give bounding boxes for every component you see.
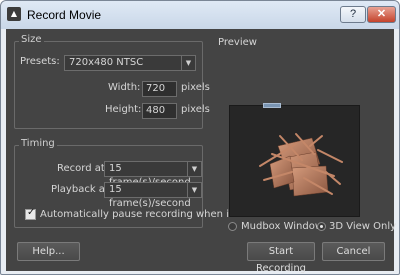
title-help-button[interactable]: ? [340,6,366,23]
preview-viewport [229,103,360,217]
auto-pause-label: Automatically pause recording when idle [40,209,245,220]
view-3d-only-label: 3D View Only [329,221,397,232]
record-movie-dialog: ▲ Record Movie ? ✕ Size Presets: 720x480… [0,0,400,275]
presets-dropdown[interactable]: 720x480 NTSC ▼ [64,55,196,71]
chevron-down-icon: ▼ [181,56,195,70]
start-recording-button[interactable]: Start Recording [247,242,315,274]
view-3d-only-radio[interactable] [317,222,326,231]
close-icon[interactable]: ✕ [367,6,396,23]
checkmark-icon: ✓ [27,207,36,218]
timing-group-label: Timing [19,138,57,149]
width-unit: pixels [181,82,210,93]
presets-label: Presets: [20,56,60,67]
window-title: Record Movie [27,8,102,22]
chevron-down-icon: ▼ [187,183,201,197]
size-group-label: Size [19,34,44,45]
sculpt-model-preview [259,133,343,197]
chevron-down-icon: ▼ [187,162,201,176]
mudbox-app-icon: ▲ [7,7,21,21]
height-field[interactable]: 480 [142,103,177,119]
mudbox-window-radio[interactable] [228,222,237,231]
width-field[interactable]: 720 [142,81,177,97]
auto-pause-checkbox[interactable]: ✓ [25,207,36,220]
cancel-button[interactable]: Cancel [322,242,385,261]
height-unit: pixels [181,104,210,115]
title-bar: ▲ Record Movie ? ✕ [1,1,399,29]
record-at-label: Record at: [57,163,109,174]
help-button[interactable]: Help... [17,242,80,261]
dialog-body: Size Presets: 720x480 NTSC ▼ Width: 720 … [6,29,397,274]
presets-value: 720x480 NTSC [69,57,144,68]
mudbox-window-label: Mudbox Window [241,221,323,232]
preview-label: Preview [218,37,257,48]
record-at-dropdown[interactable]: 15 frame(s)/second ▼ [104,161,202,188]
playback-at-dropdown[interactable]: 15 frame(s)/second ▼ [104,182,202,209]
height-label: Height: [105,104,142,115]
playback-at-value: 15 frame(s)/second [109,184,191,209]
width-label: Width: [108,82,141,93]
